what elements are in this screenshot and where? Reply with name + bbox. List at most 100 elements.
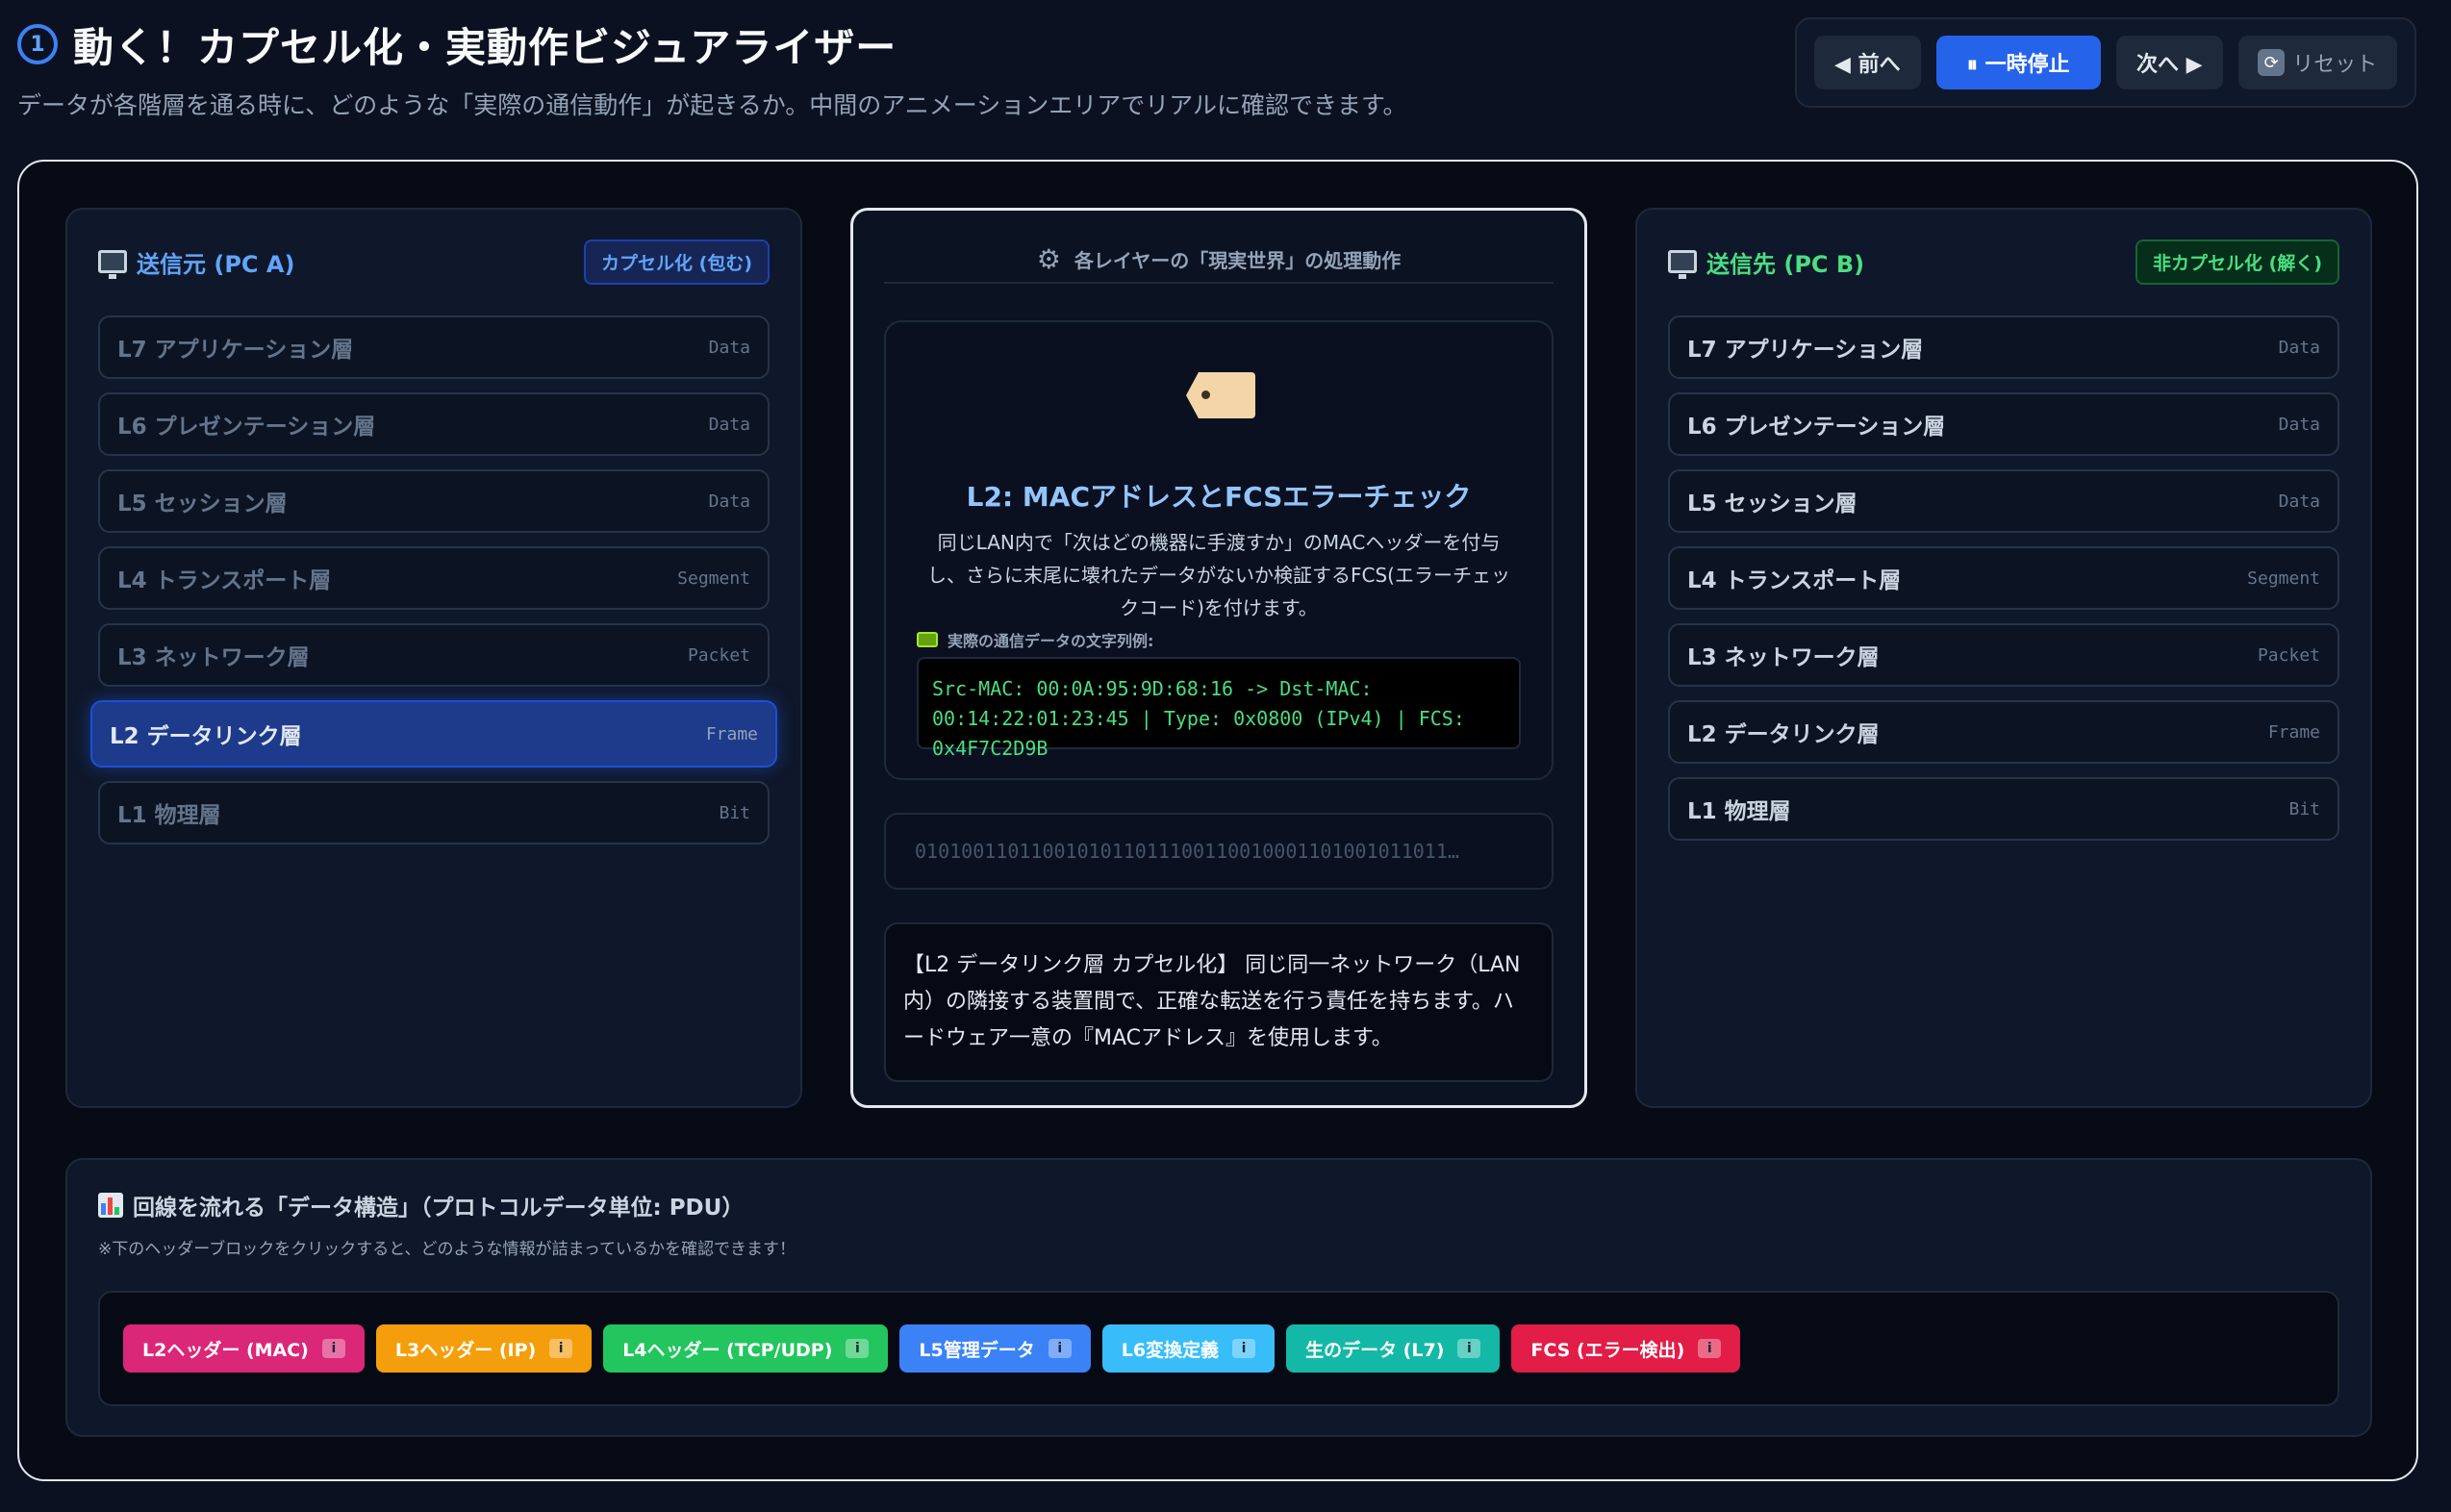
layer-name: L7 アプリケーション層 — [117, 338, 354, 363]
layer-row[interactable]: L7 アプリケーション層 Data — [98, 315, 770, 379]
layer-name: L2 データリンク層 — [1687, 722, 1880, 747]
info-icon: i — [549, 1339, 573, 1358]
layer-pdu-label: Data — [2278, 491, 2320, 512]
sender-layer-list: L7 アプリケーション層 Data L6 プレゼンテーション層 Data L5 セッショ… — [90, 315, 777, 858]
layer-pdu-label: Bit — [719, 802, 750, 823]
layer-name: L3 ネットワーク層 — [117, 645, 310, 670]
layer-name: L5 セッション層 — [1687, 491, 1857, 517]
stage-title: L2: MACアドレスとFCSエラーチェック — [966, 481, 1472, 513]
layer-row[interactable]: L1 物理層 Bit — [98, 781, 770, 844]
pdu-block[interactable]: L3ヘッダー (IP) i — [375, 1324, 593, 1373]
page-header: 1 動く！カプセル化・実動作ビジュアライザー データが各階層を通る時に、どのよう… — [17, 15, 1749, 121]
layer-row[interactable]: L6 プレゼンテーション層 Data — [1668, 392, 2339, 456]
pdu-block-label: FCS (エラー検出) — [1530, 1339, 1685, 1361]
pause-button[interactable]: ⏸ 一時停止 — [1935, 36, 2101, 89]
step-number-badge: 1 — [17, 24, 58, 64]
layer-pdu-label: Data — [708, 414, 750, 435]
tag-icon — [1186, 372, 1255, 418]
animation-stage: L2: MACアドレスとFCSエラーチェック 同じLAN内で「次はどの機器に手渡… — [884, 320, 1554, 780]
layer-pdu-label: Data — [2278, 414, 2320, 435]
layer-name: L1 物理層 — [117, 803, 221, 828]
layer-name: L5 セッション層 — [117, 491, 288, 517]
info-icon: i — [1457, 1339, 1481, 1358]
layer-pdu-label: Bit — [2288, 798, 2320, 819]
pdu-block-label: L3ヘッダー (IP) — [394, 1339, 537, 1361]
info-icon: i — [1232, 1339, 1256, 1358]
reset-label: リセット — [2292, 53, 2378, 77]
page-title: 動く！カプセル化・実動作ビジュアライザー — [73, 23, 897, 71]
processing-panel: ⚙ 各レイヤーの「現実世界」の処理動作 L2: MACアドレスとFCSエラーチェ… — [850, 208, 1587, 1108]
pdu-block[interactable]: L2ヘッダー (MAC) i — [123, 1324, 365, 1373]
prev-button[interactable]: ◀ 前へ — [1814, 36, 1921, 89]
refresh-icon: ⟳ — [2258, 49, 2286, 76]
layer-name: L7 アプリケーション層 — [1687, 338, 1924, 363]
pdu-block-track: L2ヘッダー (MAC) i L3ヘッダー (IP) i L4ヘッダー (TCP/UDP… — [98, 1291, 2339, 1406]
layer-row[interactable]: L6 プレゼンテーション層 Data — [98, 392, 770, 456]
layer-row[interactable]: L5 セッション層 Data — [98, 469, 770, 533]
server-icon — [917, 632, 938, 647]
next-button[interactable]: 次へ ▶ — [2115, 36, 2223, 89]
sample-label: 実際の通信データの文字列例: — [948, 632, 1154, 650]
layer-row[interactable]: L1 物理層 Bit — [1668, 777, 2339, 841]
layer-name: L1 物理層 — [1687, 799, 1791, 824]
reset-button[interactable]: ⟳ リセット — [2237, 36, 2398, 89]
page-subtitle: データが各階層を通る時に、どのような「実際の通信動作」が起きるか。中間のアニメー… — [17, 91, 1407, 119]
gear-icon: ⚙ — [1036, 242, 1061, 275]
sample-code: Src-MAC: 00:0A:95:9D:68:16 -> Dst-MAC: 0… — [917, 657, 1521, 760]
info-icon: i — [1048, 1339, 1072, 1358]
pdu-block-label: L5管理データ — [919, 1339, 1035, 1361]
layer-pdu-label: Packet — [2257, 644, 2320, 666]
visualizer-frame: 送信元 (PC A) カプセル化 (包む) L7 アプリケーション層 Data L6… — [17, 160, 2418, 1481]
pdu-block-label: L4ヘッダー (TCP/UDP) — [622, 1339, 833, 1361]
receiver-title: 送信先 (PC B) — [1706, 250, 1865, 278]
layer-name: L4 トランスポート層 — [117, 568, 332, 593]
layer-pdu-label: Data — [708, 491, 750, 512]
info-icon: i — [846, 1339, 870, 1358]
layer-row[interactable]: L4 トランスポート層 Segment — [98, 546, 770, 610]
layer-row[interactable]: L4 トランスポート層 Segment — [1668, 546, 2339, 610]
layer-name: L2 データリンク層 — [110, 724, 302, 749]
layer-name: L4 トランスポート層 — [1687, 568, 1902, 593]
layer-row[interactable]: L3 ネットワーク層 Packet — [1668, 623, 2339, 687]
pdu-title: 回線を流れる「データ構造」（プロトコルデータ単位: PDU） — [133, 1196, 745, 1221]
bitstream: 0101001101100101011011100110010001101001… — [884, 813, 1554, 890]
stage-description: 同じLAN内で「次はどの機器に手渡すか」のMACヘッダーを付与し、さらに末尾に壊… — [927, 531, 1510, 619]
pdu-block-label: L6変換定義 — [1121, 1339, 1220, 1361]
layer-row[interactable]: L2 データリンク層 Frame — [1668, 700, 2339, 764]
layer-row[interactable]: L3 ネットワーク層 Packet — [98, 623, 770, 687]
layer-pdu-label: Frame — [2267, 721, 2320, 743]
pdu-block[interactable]: FCS (エラー検出) i — [1511, 1324, 1741, 1373]
layer-pdu-label: Frame — [705, 723, 758, 744]
sender-title: 送信元 (PC A) — [137, 250, 295, 278]
layer-pdu-label: Segment — [2247, 567, 2320, 589]
pdu-block-label: 生のデータ (L7) — [1305, 1339, 1445, 1361]
pdu-block[interactable]: L6変換定義 i — [1101, 1324, 1276, 1373]
layer-note: 【L2 データリンク層 カプセル化】 同じ同一ネットワーク（LAN内）の隣接する… — [884, 922, 1554, 1082]
playback-controls: ◀ 前へ ⏸ 一時停止 次へ ▶ ⟳ リセット — [1795, 17, 2416, 108]
layer-pdu-label: Data — [708, 337, 750, 358]
layer-name: L6 プレゼンテーション層 — [117, 415, 376, 440]
pdu-section: 回線を流れる「データ構造」（プロトコルデータ単位: PDU） ※下のヘッダーブロ… — [65, 1158, 2372, 1437]
pdu-hint: ※下のヘッダーブロックをクリックすると、どのような情報が詰まっているかを確認でき… — [98, 1240, 796, 1259]
receiver-layer-list: L7 アプリケーション層 Data L6 プレゼンテーション層 Data L5 セッショ… — [1668, 315, 2339, 854]
layer-pdu-label: Packet — [687, 644, 750, 666]
layer-name: L3 ネットワーク層 — [1687, 645, 1880, 670]
layer-name: L6 プレゼンテーション層 — [1687, 415, 1946, 440]
layer-row[interactable]: L7 アプリケーション層 Data — [1668, 315, 2339, 379]
bar-chart-icon — [98, 1193, 123, 1218]
pdu-block[interactable]: L5管理データ i — [899, 1324, 1091, 1373]
layer-row[interactable]: L5 セッション層 Data — [1668, 469, 2339, 533]
pdu-block[interactable]: 生のデータ (L7) i — [1286, 1324, 1501, 1373]
pdu-block[interactable]: L4ヘッダー (TCP/UDP) i — [603, 1324, 889, 1373]
pdu-block-label: L2ヘッダー (MAC) — [142, 1339, 309, 1361]
monitor-icon — [98, 250, 127, 279]
monitor-icon — [1668, 250, 1697, 279]
processing-heading: 各レイヤーの「現実世界」の処理動作 — [1074, 248, 1402, 272]
info-icon: i — [1698, 1339, 1722, 1358]
info-icon: i — [321, 1339, 345, 1358]
encapsulation-badge: カプセル化 (包む) — [584, 239, 770, 285]
layer-row[interactable]: L2 データリンク層 Frame — [90, 700, 777, 768]
layer-pdu-label: Segment — [677, 567, 750, 589]
decapsulation-badge: 非カプセル化 (解く) — [2135, 239, 2339, 285]
receiver-panel: 送信先 (PC B) 非カプセル化 (解く) L7 アプリケーション層 Data L… — [1635, 208, 2372, 1108]
